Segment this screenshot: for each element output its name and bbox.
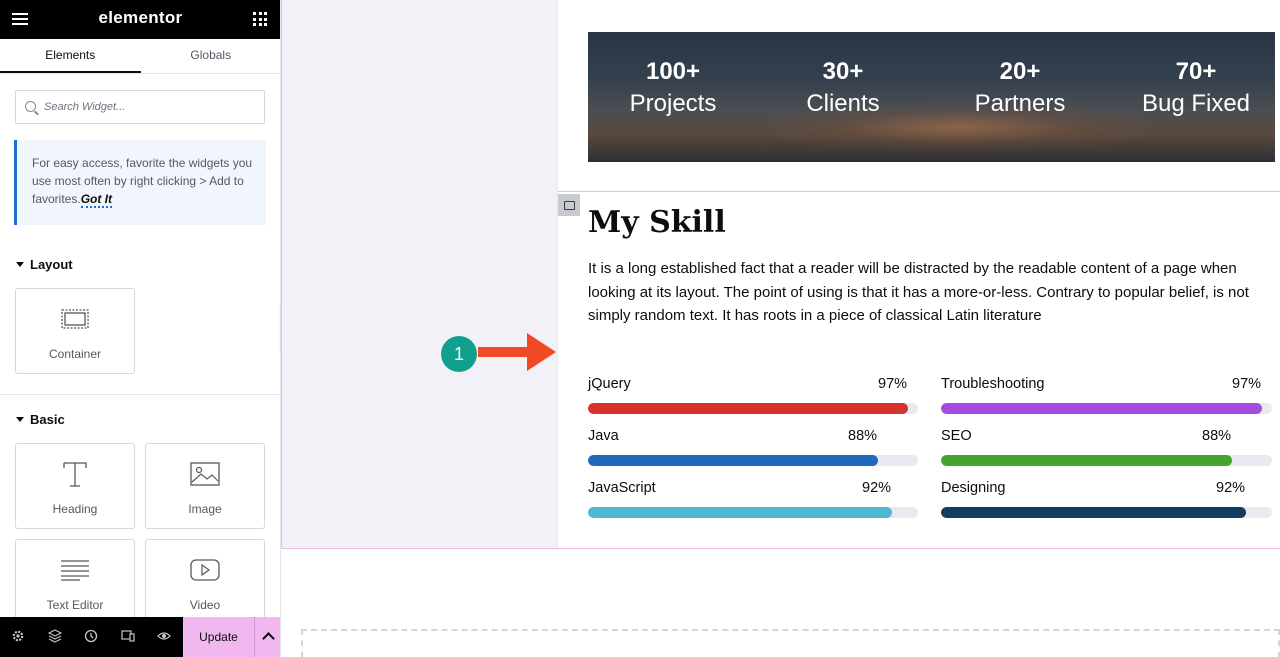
empty-column[interactable]: [281, 0, 558, 549]
widget-image[interactable]: Image: [145, 443, 265, 529]
skill-bar-fill: [941, 403, 1262, 414]
skill-bar-track: [941, 507, 1272, 518]
skill-bar-track: [588, 507, 918, 518]
heading-icon: [16, 458, 134, 490]
container-icon: [16, 303, 134, 335]
skill-bar-track: [588, 455, 918, 466]
skill-percent: 92%: [1216, 480, 1246, 496]
section-outline: [281, 0, 282, 549]
update-button[interactable]: Update: [183, 617, 254, 657]
search-icon: [25, 101, 36, 112]
elementor-editor: elementor Elements Globals For easy acce…: [0, 0, 1280, 657]
add-section-dropzone[interactable]: [301, 629, 1280, 657]
widget-label: Image: [188, 502, 222, 516]
skill-name: JavaScript: [588, 480, 656, 496]
stat-value: 100+: [645, 58, 701, 85]
stat-value: 30+: [822, 58, 864, 85]
caret-down-icon: [16, 417, 24, 422]
got-it-link[interactable]: Got It: [80, 192, 113, 208]
skill-bar-fill: [941, 507, 1246, 518]
widget-label: Container: [48, 347, 102, 361]
basic-section-title: Basic: [30, 412, 65, 427]
text-editor-icon: [16, 554, 134, 586]
step-badge: 1: [441, 336, 477, 372]
skill-name: SEO: [941, 428, 972, 444]
skill-section[interactable]: [558, 191, 1280, 549]
stat-projects: 100+ Projects: [588, 58, 758, 122]
panel-tabs: Elements Globals: [0, 39, 281, 74]
tab-globals[interactable]: Globals: [141, 39, 281, 73]
skill-name: Designing: [941, 480, 1006, 496]
skill-percent: 88%: [1202, 428, 1232, 444]
arrow-icon: [478, 347, 532, 357]
widget-label: Text Editor: [46, 598, 104, 612]
stat-value: 70+: [1175, 58, 1217, 85]
skill-bar-track: [941, 455, 1272, 466]
preview-icon[interactable]: [156, 629, 172, 645]
skill-bar-fill: [588, 507, 892, 518]
layout-section-title: Layout: [30, 257, 73, 272]
skill-bar-fill: [941, 455, 1232, 466]
video-icon: [146, 554, 264, 586]
basic-section-toggle[interactable]: Basic: [16, 412, 65, 427]
panel-footer: Update: [0, 617, 280, 657]
skill-heading[interactable]: My Skill: [588, 205, 726, 240]
widget-video[interactable]: Video: [145, 539, 265, 625]
stat-label: Partners: [974, 90, 1066, 117]
stat-label: Bug Fixed: [1141, 90, 1251, 117]
skill-percent: 97%: [1232, 376, 1262, 392]
tip-text: For easy access, favorite the widgets yo…: [32, 156, 253, 206]
skill-bar-track: [941, 403, 1272, 414]
section-divider: [0, 394, 280, 395]
stat-clients: 30+ Clients: [758, 58, 928, 122]
skill-percent: 88%: [848, 428, 878, 444]
apps-grid-icon[interactable]: [253, 12, 267, 26]
skill-bar-fill: [588, 455, 878, 466]
skill-description[interactable]: It is a long established fact that a rea…: [588, 257, 1278, 328]
layers-icon[interactable]: [47, 629, 63, 645]
brand-logo: elementor: [98, 8, 183, 27]
favorites-tip: For easy access, favorite the widgets yo…: [14, 140, 266, 225]
skill-name: jQuery: [588, 376, 631, 392]
skill-bar-track: [588, 403, 918, 414]
arrow-head-icon: [527, 333, 556, 371]
widget-label: Heading: [52, 502, 98, 516]
stat-label: Clients: [806, 90, 880, 117]
skill-name: Troubleshooting: [941, 376, 1045, 392]
edit-section-handle-icon[interactable]: [558, 194, 580, 216]
settings-icon[interactable]: [10, 629, 26, 645]
widget-heading[interactable]: Heading: [15, 443, 135, 529]
save-options-chevron-icon[interactable]: [254, 617, 280, 657]
skill-percent: 92%: [862, 480, 892, 496]
caret-down-icon: [16, 262, 24, 267]
widget-text-editor[interactable]: Text Editor: [15, 539, 135, 625]
history-icon[interactable]: [83, 629, 99, 645]
layout-section-toggle[interactable]: Layout: [16, 257, 73, 272]
tab-elements[interactable]: Elements: [0, 39, 141, 73]
editor-canvas: 100+ Projects 30+ Clients 20+ Partners 7…: [281, 0, 1280, 657]
skill-bar-fill: [588, 403, 908, 414]
search-input[interactable]: [44, 97, 259, 117]
panel-header: elementor: [0, 0, 280, 39]
image-icon: [146, 458, 264, 490]
stat-value: 20+: [999, 58, 1041, 85]
search-box: [15, 90, 265, 124]
stats-banner[interactable]: 100+ Projects 30+ Clients 20+ Partners 7…: [588, 32, 1275, 162]
widget-label: Video: [189, 598, 221, 612]
responsive-icon[interactable]: [120, 629, 136, 645]
stat-bug-fixed: 70+ Bug Fixed: [1111, 58, 1275, 122]
widget-container[interactable]: Container: [15, 288, 135, 374]
skill-percent: 97%: [878, 376, 908, 392]
stat-partners: 20+ Partners: [935, 58, 1105, 122]
widget-panel: elementor Elements Globals For easy acce…: [0, 0, 281, 657]
stat-label: Projects: [629, 90, 717, 117]
skill-name: Java: [588, 428, 619, 444]
